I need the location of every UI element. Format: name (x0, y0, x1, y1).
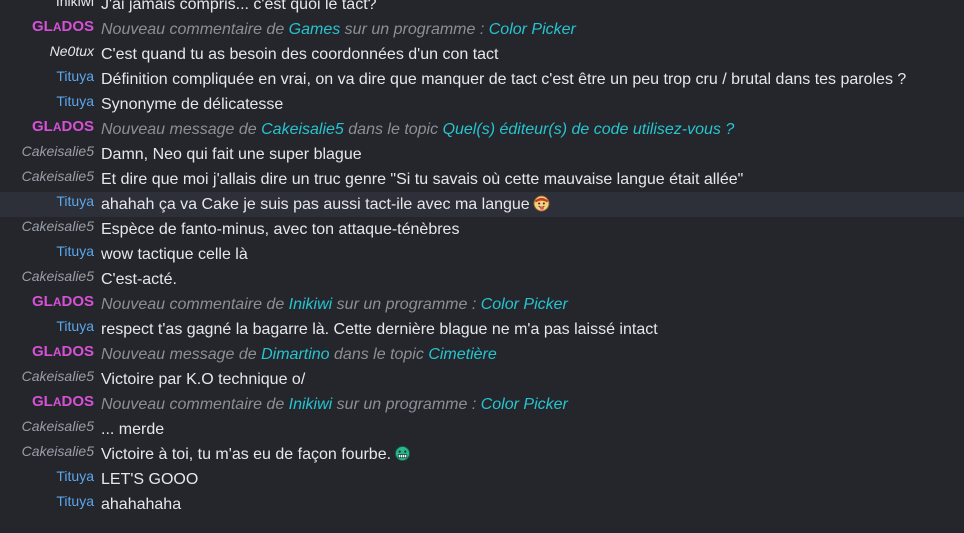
message-text: C'est-acté. (101, 271, 177, 288)
message-text: Victoire à toi, tu m'as eu de façon four… (101, 442, 411, 467)
system-notification: GLADOS Nouveau commentaire de Inikiwi su… (0, 392, 964, 417)
chat-log: Inikiwi J'ai jamais compris... c'est quo… (0, 0, 964, 517)
chat-message: Cakeisalie5 Damn, Neo qui fait une super… (0, 142, 964, 167)
tongue-emoji-icon (533, 195, 550, 212)
message-text: C'est quand tu as besoin des coordonnées… (101, 46, 499, 63)
program-link[interactable]: Color Picker (481, 296, 568, 313)
chat-message: Cakeisalie5 Et dire que moi j'allais dir… (0, 167, 964, 192)
chat-message: Cakeisalie5 Espèce de fanto-minus, avec … (0, 217, 964, 242)
notification-text: Nouveau message de Cakeisalie5 dans le t… (101, 121, 735, 138)
program-link[interactable]: Color Picker (489, 21, 576, 38)
message-text: respect t'as gagné la bagarre là. Cette … (101, 321, 658, 338)
message-author[interactable]: Tituya (56, 464, 94, 489)
message-text: Définition compliquée en vrai, on va dir… (101, 71, 907, 88)
notification-text: Nouveau message de Dimartino dans le top… (101, 346, 497, 363)
user-link[interactable]: Inikiwi (289, 296, 333, 313)
notification-text: Nouveau commentaire de Inikiwi sur un pr… (101, 296, 568, 313)
message-author[interactable]: GLADOS (32, 339, 94, 365)
chat-message-hovered[interactable]: Tituya ahahah ça va Cake je suis pas aus… (0, 192, 964, 217)
chat-message: Tituya Définition compliquée en vrai, on… (0, 67, 964, 92)
message-author[interactable]: Tituya (56, 489, 94, 514)
program-link[interactable]: Color Picker (481, 396, 568, 413)
message-text: Espèce de fanto-minus, avec ton attaque-… (101, 221, 460, 238)
chat-message: Tituya ahahahaha (0, 492, 964, 517)
message-author[interactable]: GLADOS (32, 389, 94, 415)
message-author[interactable]: GLADOS (32, 14, 94, 40)
message-author[interactable]: Cakeisalie5 (22, 139, 94, 164)
message-text: Synonyme de délicatesse (101, 96, 284, 113)
chat-message: Inikiwi J'ai jamais compris... c'est quo… (0, 0, 964, 17)
notification-text: Nouveau commentaire de Games sur un prog… (101, 21, 576, 38)
message-author[interactable]: Tituya (56, 314, 94, 339)
chat-message: Tituya wow tactique celle là (0, 242, 964, 267)
message-text: LET'S GOOO (101, 471, 199, 488)
chat-message: Cakeisalie5 Victoire par K.O technique o… (0, 367, 964, 392)
message-author[interactable]: Tituya (56, 89, 94, 114)
message-text: ahahahaha (101, 496, 182, 513)
message-author[interactable]: Cakeisalie5 (22, 164, 94, 189)
message-author[interactable]: Cakeisalie5 (22, 439, 94, 464)
message-author[interactable]: Tituya (56, 189, 94, 214)
user-link[interactable]: Games (289, 21, 341, 38)
chat-message: Cakeisalie5 Victoire à toi, tu m'as eu d… (0, 442, 964, 467)
message-author[interactable]: Cakeisalie5 (22, 364, 94, 389)
message-author[interactable]: Cakeisalie5 (22, 414, 94, 439)
grin-emoji-icon (394, 445, 411, 462)
topic-link[interactable]: Cimetière (428, 346, 496, 363)
topic-link[interactable]: Quel(s) éditeur(s) de code utilisez-vous… (443, 121, 735, 138)
message-text: J'ai jamais compris... c'est quoi le tac… (101, 0, 377, 13)
chat-message: Tituya respect t'as gagné la bagarre là.… (0, 317, 964, 342)
system-notification: GLADOS Nouveau message de Cakeisalie5 da… (0, 117, 964, 142)
message-author[interactable]: Tituya (56, 64, 94, 89)
chat-message: Cakeisalie5 C'est-acté. (0, 267, 964, 292)
message-author[interactable]: GLADOS (32, 114, 94, 140)
message-author[interactable]: Ne0tux (50, 39, 94, 64)
message-text: ... merde (101, 421, 165, 438)
chat-message: Tituya LET'S GOOO (0, 467, 964, 492)
chat-message: Cakeisalie5 ... merde (0, 417, 964, 442)
user-link[interactable]: Cakeisalie5 (261, 121, 344, 138)
message-author[interactable]: GLADOS (32, 289, 94, 315)
message-author[interactable]: Cakeisalie5 (22, 264, 94, 289)
chat-message: Tituya Synonyme de délicatesse (0, 92, 964, 117)
system-notification: GLADOS Nouveau message de Dimartino dans… (0, 342, 964, 367)
message-author[interactable]: Tituya (56, 239, 94, 264)
message-text: ahahah ça va Cake je suis pas aussi tact… (101, 192, 550, 217)
system-notification: GLADOS Nouveau commentaire de Games sur … (0, 17, 964, 42)
message-author[interactable]: Cakeisalie5 (22, 214, 94, 239)
chat-message: Ne0tux C'est quand tu as besoin des coor… (0, 42, 964, 67)
user-link[interactable]: Dimartino (261, 346, 329, 363)
message-author[interactable]: Inikiwi (56, 0, 94, 14)
message-text: Victoire par K.O technique o/ (101, 371, 306, 388)
message-text: Damn, Neo qui fait une super blague (101, 146, 362, 163)
notification-text: Nouveau commentaire de Inikiwi sur un pr… (101, 396, 568, 413)
user-link[interactable]: Inikiwi (289, 396, 333, 413)
system-notification: GLADOS Nouveau commentaire de Inikiwi su… (0, 292, 964, 317)
message-text: Et dire que moi j'allais dire un truc ge… (101, 171, 744, 188)
message-text: wow tactique celle là (101, 246, 248, 263)
